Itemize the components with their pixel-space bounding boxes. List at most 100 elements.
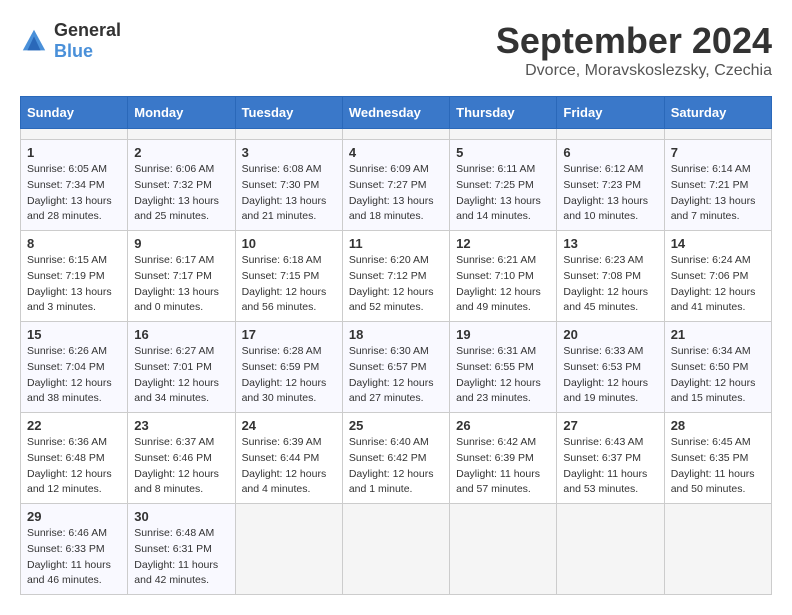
day-info: Sunrise: 6:28 AM Sunset: 6:59 PM Dayligh… — [242, 344, 336, 407]
table-row: 7Sunrise: 6:14 AM Sunset: 7:21 PM Daylig… — [664, 140, 771, 231]
day-info: Sunrise: 6:34 AM Sunset: 6:50 PM Dayligh… — [671, 344, 765, 407]
location-title: Dvorce, Moravskoslezsky, Czechia — [496, 62, 772, 80]
calendar-row: 15 Sunrise: 6:26 AM Sunset: 7:04 PM Dayli… — [21, 322, 772, 413]
table-row — [21, 129, 128, 140]
table-row — [235, 129, 342, 140]
day-info: Sunrise: 6:06 AM Sunset: 7:32 PM Dayligh… — [134, 162, 228, 225]
day-number: 28 — [671, 418, 765, 433]
calendar-table: Sunday Monday Tuesday Wednesday Thursday… — [20, 96, 772, 595]
page-header: General Blue September 2024 Dvorce, Mora… — [20, 20, 772, 80]
table-row — [342, 504, 449, 595]
table-row: 5 Sunrise: 6:11 AM Sunset: 7:25 PM Daylig… — [450, 140, 557, 231]
table-row: 4 Sunrise: 6:09 AM Sunset: 7:27 PM Daylig… — [342, 140, 449, 231]
day-number: 11 — [349, 236, 443, 251]
table-row: 9Sunrise: 6:17 AM Sunset: 7:17 PM Daylig… — [128, 231, 235, 322]
table-row: 27 Sunrise: 6:43 AM Sunset: 6:37 PM Dayli… — [557, 413, 664, 504]
table-row: 17 Sunrise: 6:28 AM Sunset: 6:59 PM Dayli… — [235, 322, 342, 413]
calendar-header-row: Sunday Monday Tuesday Wednesday Thursday… — [21, 97, 772, 129]
day-info: Sunrise: 6:11 AM Sunset: 7:25 PM Dayligh… — [456, 162, 550, 225]
calendar-row: 29 Sunrise: 6:46 AM Sunset: 6:33 PM Dayli… — [21, 504, 772, 595]
col-wednesday: Wednesday — [342, 97, 449, 129]
day-info: Sunrise: 6:46 AM Sunset: 6:33 PM Dayligh… — [27, 526, 121, 589]
table-row — [664, 129, 771, 140]
day-info: Sunrise: 6:43 AM Sunset: 6:37 PM Dayligh… — [563, 435, 657, 498]
table-row — [342, 129, 449, 140]
day-info: Sunrise: 6:30 AM Sunset: 6:57 PM Dayligh… — [349, 344, 443, 407]
day-number: 12 — [456, 236, 550, 251]
day-number: 2 — [134, 145, 228, 160]
day-number: 15 — [27, 327, 121, 342]
day-number: 7 — [671, 145, 765, 160]
table-row: 16Sunrise: 6:27 AM Sunset: 7:01 PM Dayli… — [128, 322, 235, 413]
table-row: 12 Sunrise: 6:21 AM Sunset: 7:10 PM Dayli… — [450, 231, 557, 322]
day-info: Sunrise: 6:20 AM Sunset: 7:12 PM Dayligh… — [349, 253, 443, 316]
table-row: 25 Sunrise: 6:40 AM Sunset: 6:42 PM Dayli… — [342, 413, 449, 504]
table-row — [557, 129, 664, 140]
table-row: 30Sunrise: 6:48 AM Sunset: 6:31 PM Dayli… — [128, 504, 235, 595]
day-info: Sunrise: 6:36 AM Sunset: 6:48 PM Dayligh… — [27, 435, 121, 498]
day-number: 5 — [456, 145, 550, 160]
day-number: 25 — [349, 418, 443, 433]
table-row: 2 Sunrise: 6:06 AM Sunset: 7:32 PM Daylig… — [128, 140, 235, 231]
day-number: 3 — [242, 145, 336, 160]
title-section: September 2024 Dvorce, Moravskoslezsky, … — [496, 20, 772, 80]
table-row: 1 Sunrise: 6:05 AM Sunset: 7:34 PM Daylig… — [21, 140, 128, 231]
table-row: 10 Sunrise: 6:18 AM Sunset: 7:15 PM Dayli… — [235, 231, 342, 322]
day-number: 4 — [349, 145, 443, 160]
day-info: Sunrise: 6:21 AM Sunset: 7:10 PM Dayligh… — [456, 253, 550, 316]
day-number: 6 — [563, 145, 657, 160]
table-row — [235, 504, 342, 595]
table-row: 8 Sunrise: 6:15 AM Sunset: 7:19 PM Daylig… — [21, 231, 128, 322]
day-info: Sunrise: 6:23 AM Sunset: 7:08 PM Dayligh… — [563, 253, 657, 316]
month-title: September 2024 — [496, 20, 772, 62]
day-info: Sunrise: 6:12 AM Sunset: 7:23 PM Dayligh… — [563, 162, 657, 225]
table-row — [128, 129, 235, 140]
day-number: 16 — [134, 327, 228, 342]
day-number: 8 — [27, 236, 121, 251]
logo-icon — [20, 27, 48, 55]
day-number: 30 — [134, 509, 228, 524]
day-info: Sunrise: 6:05 AM Sunset: 7:34 PM Dayligh… — [27, 162, 121, 225]
logo: General Blue — [20, 20, 121, 62]
day-number: 26 — [456, 418, 550, 433]
day-number: 10 — [242, 236, 336, 251]
col-sunday: Sunday — [21, 97, 128, 129]
day-info: Sunrise: 6:37 AM Sunset: 6:46 PM Dayligh… — [134, 435, 228, 498]
day-number: 9 — [134, 236, 228, 251]
logo-blue: Blue — [54, 41, 93, 61]
table-row: 13Sunrise: 6:23 AM Sunset: 7:08 PM Dayli… — [557, 231, 664, 322]
day-info: Sunrise: 6:45 AM Sunset: 6:35 PM Dayligh… — [671, 435, 765, 498]
table-row: 15 Sunrise: 6:26 AM Sunset: 7:04 PM Dayli… — [21, 322, 128, 413]
table-row — [664, 504, 771, 595]
table-row: 23 Sunrise: 6:37 AM Sunset: 6:46 PM Dayli… — [128, 413, 235, 504]
table-row: 11 Sunrise: 6:20 AM Sunset: 7:12 PM Dayli… — [342, 231, 449, 322]
day-number: 27 — [563, 418, 657, 433]
day-number: 17 — [242, 327, 336, 342]
day-info: Sunrise: 6:18 AM Sunset: 7:15 PM Dayligh… — [242, 253, 336, 316]
day-number: 22 — [27, 418, 121, 433]
day-number: 18 — [349, 327, 443, 342]
day-number: 1 — [27, 145, 121, 160]
table-row: 26Sunrise: 6:42 AM Sunset: 6:39 PM Dayli… — [450, 413, 557, 504]
col-saturday: Saturday — [664, 97, 771, 129]
table-row: 22 Sunrise: 6:36 AM Sunset: 6:48 PM Dayli… — [21, 413, 128, 504]
day-info: Sunrise: 6:33 AM Sunset: 6:53 PM Dayligh… — [563, 344, 657, 407]
day-number: 23 — [134, 418, 228, 433]
day-number: 29 — [27, 509, 121, 524]
table-row: 14Sunrise: 6:24 AM Sunset: 7:06 PM Dayli… — [664, 231, 771, 322]
logo-text: General Blue — [54, 20, 121, 62]
table-row: 18 Sunrise: 6:30 AM Sunset: 6:57 PM Dayli… — [342, 322, 449, 413]
col-tuesday: Tuesday — [235, 97, 342, 129]
day-info: Sunrise: 6:15 AM Sunset: 7:19 PM Dayligh… — [27, 253, 121, 316]
table-row: 28 Sunrise: 6:45 AM Sunset: 6:35 PM Dayli… — [664, 413, 771, 504]
day-info: Sunrise: 6:31 AM Sunset: 6:55 PM Dayligh… — [456, 344, 550, 407]
day-info: Sunrise: 6:09 AM Sunset: 7:27 PM Dayligh… — [349, 162, 443, 225]
col-thursday: Thursday — [450, 97, 557, 129]
day-info: Sunrise: 6:40 AM Sunset: 6:42 PM Dayligh… — [349, 435, 443, 498]
day-info: Sunrise: 6:08 AM Sunset: 7:30 PM Dayligh… — [242, 162, 336, 225]
day-number: 19 — [456, 327, 550, 342]
table-row: 6 Sunrise: 6:12 AM Sunset: 7:23 PM Daylig… — [557, 140, 664, 231]
day-info: Sunrise: 6:26 AM Sunset: 7:04 PM Dayligh… — [27, 344, 121, 407]
calendar-row: 22 Sunrise: 6:36 AM Sunset: 6:48 PM Dayli… — [21, 413, 772, 504]
logo-general: General — [54, 20, 121, 40]
